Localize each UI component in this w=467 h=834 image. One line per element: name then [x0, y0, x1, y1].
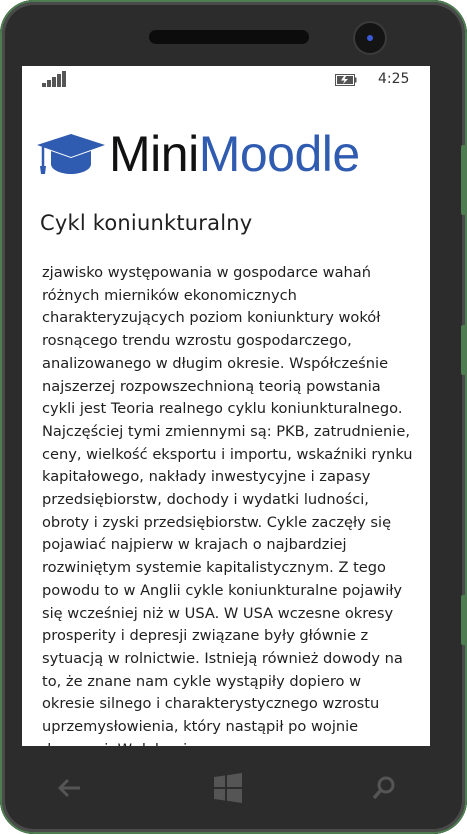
- screen: 4:25 MiniMoodle Cykl koniunkturalny zjaw…: [22, 66, 430, 746]
- logo-text-mini: Mini: [109, 126, 199, 182]
- phone-frame: 4:25 MiniMoodle Cykl koniunkturalny zjaw…: [0, 0, 467, 834]
- search-icon[interactable]: [366, 772, 402, 804]
- status-bar: 4:25: [22, 66, 430, 96]
- app-logo: MiniMoodle: [35, 126, 415, 186]
- windows-start-icon[interactable]: [212, 772, 244, 804]
- front-camera: [355, 23, 385, 53]
- volume-button: [461, 145, 467, 215]
- camera-button: [461, 595, 467, 645]
- logo-text-moodle: Moodle: [198, 126, 361, 182]
- battery-charging-icon: [335, 74, 357, 86]
- hardware-nav-bar: [0, 746, 467, 834]
- back-arrow-icon[interactable]: [52, 772, 88, 804]
- power-button: [461, 325, 467, 375]
- logo-wordmark: MiniMoodle: [109, 124, 360, 184]
- clock: 4:25: [378, 71, 410, 87]
- signal-strength-icon: [42, 71, 68, 87]
- article-body: zjawisko występowania w gospodarce wahań…: [42, 264, 413, 746]
- page-title: Cykl koniunkturalny: [40, 211, 253, 235]
- earpiece-speaker: [149, 30, 309, 44]
- graduation-cap-icon: [37, 134, 105, 174]
